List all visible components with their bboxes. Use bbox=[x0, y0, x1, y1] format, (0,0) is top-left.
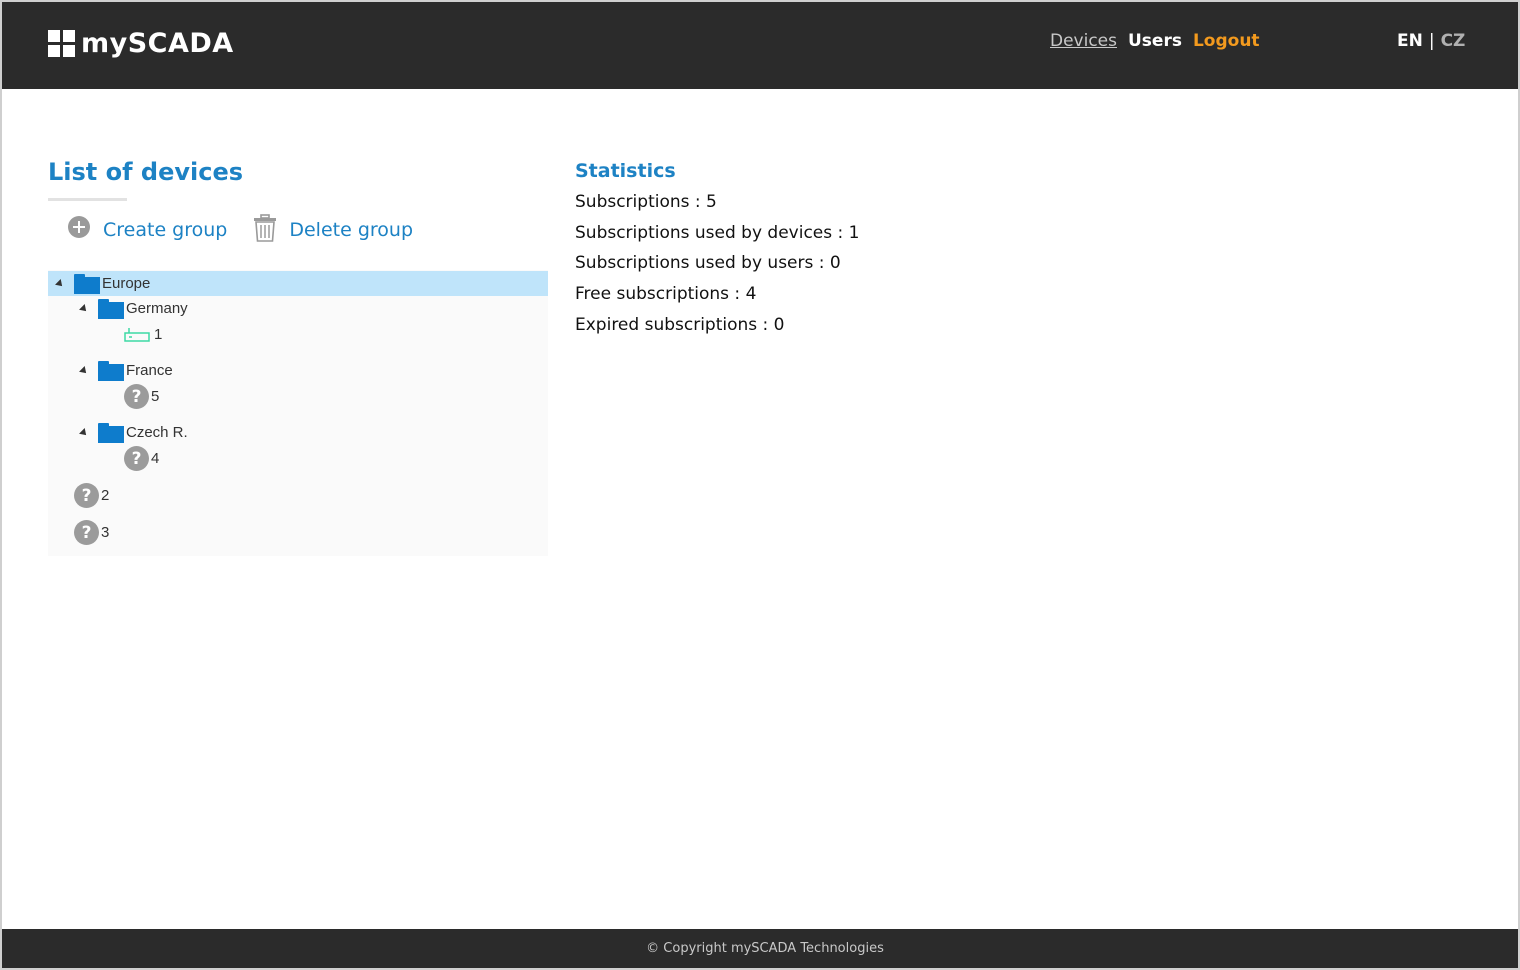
tree-node-label: 4 bbox=[151, 450, 160, 467]
collapse-arrow-icon[interactable] bbox=[79, 365, 89, 376]
logo-text: mySCADA bbox=[81, 28, 234, 59]
top-header: mySCADA Devices Users Logout EN | CZ bbox=[2, 2, 1518, 89]
create-group-button[interactable]: Create group bbox=[68, 216, 228, 241]
trash-icon bbox=[254, 214, 277, 242]
folder-icon bbox=[98, 298, 124, 319]
folder-icon bbox=[98, 360, 124, 381]
tree-node-label: Czech R. bbox=[126, 424, 188, 441]
lang-en-link[interactable]: EN bbox=[1397, 31, 1423, 51]
tree-node-germany[interactable]: Germany bbox=[79, 296, 188, 321]
tree-device-5[interactable]: ? 5 bbox=[124, 384, 159, 409]
lang-cz-link[interactable]: CZ bbox=[1441, 31, 1466, 51]
delete-group-button[interactable]: Delete group bbox=[253, 214, 414, 242]
folder-icon bbox=[98, 422, 124, 443]
stat-used-by-devices: Subscriptions used by devices : 1 bbox=[575, 223, 860, 243]
tree-device-3[interactable]: ? 3 bbox=[74, 520, 109, 545]
tree-device-2[interactable]: ? 2 bbox=[74, 483, 109, 508]
myscada-logo[interactable]: mySCADA bbox=[48, 28, 234, 59]
plus-circle-icon bbox=[68, 216, 90, 238]
language-switcher: EN | CZ bbox=[1397, 31, 1465, 51]
tree-node-label: 3 bbox=[101, 524, 110, 541]
statistics-title: Statistics bbox=[575, 160, 676, 182]
tree-device-1[interactable]: 1 bbox=[124, 322, 162, 347]
logo-grid-icon bbox=[48, 30, 75, 57]
lang-separator: | bbox=[1428, 31, 1435, 51]
tree-node-label: 5 bbox=[151, 388, 160, 405]
nav-logout-link[interactable]: Logout bbox=[1193, 31, 1260, 51]
collapse-arrow-icon[interactable] bbox=[79, 303, 89, 314]
device-tree: Europe Germany 1 France ? 5 Czech R. ? 4 bbox=[48, 270, 548, 556]
stat-subscriptions: Subscriptions : 5 bbox=[575, 192, 717, 212]
question-mark-icon: ? bbox=[124, 384, 149, 409]
stat-expired-subscriptions: Expired subscriptions : 0 bbox=[575, 315, 785, 335]
create-group-label: Create group bbox=[103, 219, 228, 241]
tree-node-label: 2 bbox=[101, 487, 110, 504]
page-footer: © Copyright mySCADA Technologies bbox=[2, 929, 1518, 968]
title-underline bbox=[48, 198, 127, 201]
folder-icon bbox=[74, 273, 100, 294]
tree-node-label: Germany bbox=[126, 300, 188, 317]
stat-used-by-users: Subscriptions used by users : 0 bbox=[575, 253, 841, 273]
delete-group-label: Delete group bbox=[289, 219, 414, 241]
question-mark-icon: ? bbox=[124, 446, 149, 471]
group-actions: Create group Delete group bbox=[68, 214, 439, 242]
main-nav: Devices Users Logout bbox=[1050, 31, 1260, 51]
question-mark-icon: ? bbox=[74, 520, 99, 545]
router-device-icon bbox=[124, 327, 150, 342]
tree-node-europe[interactable]: Europe bbox=[48, 271, 548, 296]
nav-users-link[interactable]: Users bbox=[1128, 31, 1182, 51]
collapse-arrow-icon[interactable] bbox=[79, 427, 89, 438]
question-mark-icon: ? bbox=[74, 483, 99, 508]
tree-node-label: 1 bbox=[154, 326, 163, 343]
tree-node-label: Europe bbox=[102, 275, 151, 292]
copyright-text: © Copyright mySCADA Technologies bbox=[646, 941, 884, 956]
tree-node-label: France bbox=[126, 362, 173, 379]
nav-devices-link[interactable]: Devices bbox=[1050, 31, 1117, 51]
stat-free-subscriptions: Free subscriptions : 4 bbox=[575, 284, 757, 304]
collapse-arrow-icon[interactable] bbox=[55, 278, 65, 289]
tree-device-4[interactable]: ? 4 bbox=[124, 446, 159, 471]
page-title: List of devices bbox=[48, 158, 244, 186]
tree-node-czech[interactable]: Czech R. bbox=[79, 420, 188, 445]
tree-node-france[interactable]: France bbox=[79, 358, 173, 383]
